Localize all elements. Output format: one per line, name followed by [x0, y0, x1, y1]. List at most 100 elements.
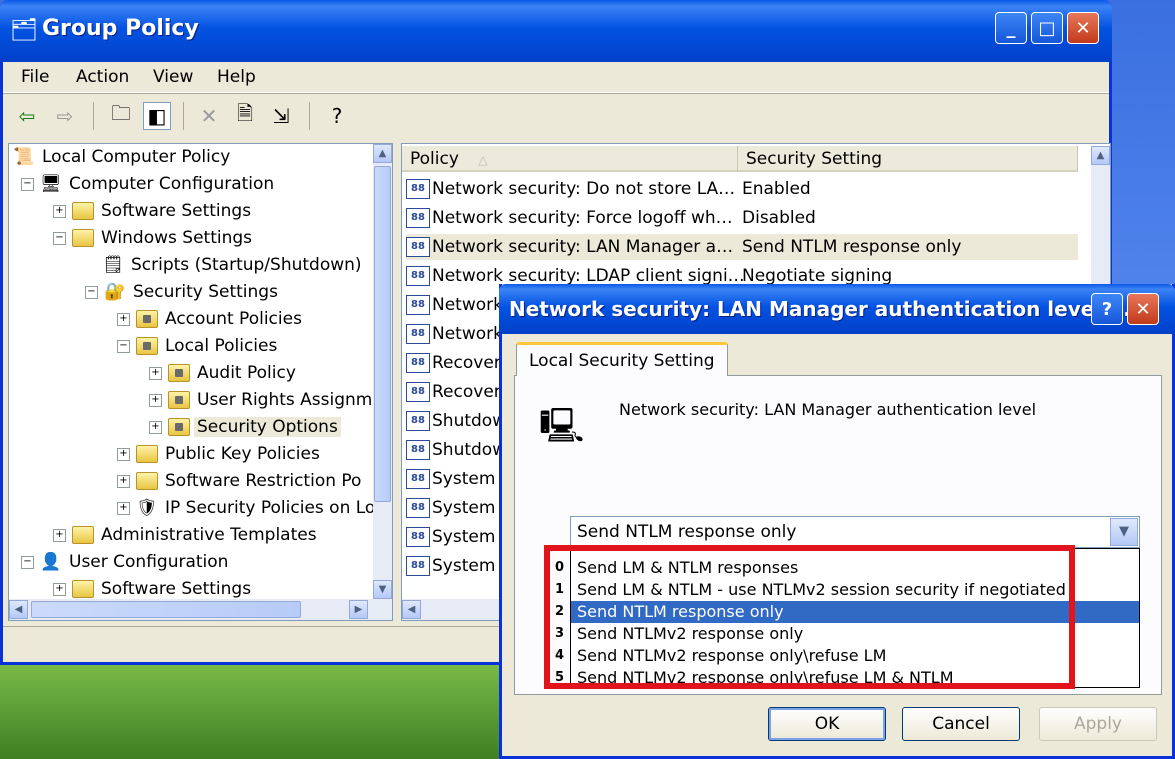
cancel-button[interactable]: Cancel — [902, 707, 1020, 741]
option-2[interactable]: Send NTLM response only — [571, 601, 1139, 623]
collapse-icon[interactable]: − — [117, 339, 130, 353]
help-button[interactable]: ? — [1091, 293, 1123, 325]
option-0[interactable]: Send LM & NTLM responses — [571, 557, 1139, 579]
hscroll-thumb[interactable] — [31, 601, 301, 618]
tree-item-local-computer-policy[interactable]: 📜 Local Computer Policy — [13, 144, 233, 170]
toolbar: ⇦ ⇨ 🗀 ◧ ✕ 🗎 ⇲ ? — [3, 93, 1109, 138]
expand-icon[interactable]: + — [117, 447, 130, 461]
minimize-button[interactable]: _ — [995, 12, 1027, 44]
policy-icon: 88 — [406, 411, 430, 431]
expand-icon[interactable]: + — [53, 528, 66, 542]
properties-icon[interactable]: 🗎 — [231, 101, 259, 130]
policy-icon: 88 — [406, 324, 430, 344]
dialog-title-bar[interactable]: Network security: LAN Manager authentica… — [499, 284, 1175, 334]
column-header-policy[interactable]: Policy △ — [402, 146, 738, 172]
sort-ascending-icon: △ — [478, 153, 488, 167]
tree-item-software-restriction[interactable]: + Software Restriction Po — [117, 468, 364, 494]
dialog-close-button[interactable]: ✕ — [1127, 293, 1159, 325]
column-header-security-setting[interactable]: Security Setting — [738, 146, 1078, 172]
tree-item-user-configuration[interactable]: − 👤 User Configuration — [21, 549, 231, 575]
tree-item-administrative-templates[interactable]: + Administrative Templates — [53, 522, 320, 548]
tree-item-security-settings[interactable]: − 🔐 Security Settings — [85, 279, 281, 305]
export-list-icon[interactable]: ⇲ — [267, 102, 295, 130]
list-vertical-scrollbar[interactable]: ▲ — [1091, 146, 1110, 286]
forward-arrow-icon[interactable]: ⇨ — [51, 102, 79, 130]
list-item[interactable]: 88 Network security: Do not store LA… Enab… — [406, 176, 1078, 202]
list-item[interactable]: 88 Network security: Force logoff wh… Disa… — [406, 205, 1078, 231]
tree-item-user-rights-assignment[interactable]: + User Rights Assignm — [149, 387, 375, 413]
scroll-right-icon[interactable]: ▶ — [349, 600, 368, 619]
option-4[interactable]: Send NTLMv2 response only\refuse LM — [571, 645, 1139, 667]
expand-icon[interactable]: + — [149, 420, 162, 434]
ip-security-icon: 🛡 — [136, 498, 158, 518]
help-icon[interactable]: ? — [323, 102, 351, 130]
expand-icon[interactable]: + — [117, 474, 130, 488]
scroll-thumb[interactable] — [374, 166, 391, 502]
console-tree[interactable]: 📜 Local Computer Policy − 🖥 Computer Con… — [8, 143, 393, 621]
expand-icon[interactable]: + — [53, 204, 66, 218]
expand-icon[interactable]: + — [117, 312, 130, 326]
tree-item-public-key-policies[interactable]: + Public Key Policies — [117, 441, 323, 467]
option-3[interactable]: Send NTLMv2 response only — [571, 623, 1139, 645]
auth-level-options-list[interactable]: Send LM & NTLM responses Send LM & NTLM … — [570, 548, 1140, 688]
tree-item-scripts[interactable]: 🗒 Scripts (Startup/Shutdown) — [102, 252, 365, 278]
collapse-icon[interactable]: − — [85, 285, 98, 299]
show-hide-tree-icon[interactable]: ◧ — [143, 102, 171, 130]
window-title: Group Policy — [42, 16, 199, 41]
scroll-down-icon[interactable]: ▼ — [373, 580, 392, 599]
tree-vertical-scrollbar[interactable]: ▲ ▼ — [373, 144, 392, 599]
tree-horizontal-scrollbar[interactable]: ◀ ▶ — [9, 599, 392, 620]
expand-icon[interactable]: + — [149, 366, 162, 380]
expand-icon[interactable]: + — [53, 582, 66, 596]
tree-item-audit-policy[interactable]: + Audit Policy — [149, 360, 299, 386]
tab-local-security-setting[interactable]: Local Security Setting — [516, 342, 728, 376]
toolbar-separator — [93, 102, 94, 130]
lock-folder-icon — [168, 418, 190, 436]
option-number-2: 2 — [555, 604, 565, 619]
back-arrow-icon[interactable]: ⇦ — [13, 102, 41, 130]
tree-item-local-policies[interactable]: − Local Policies — [117, 333, 280, 359]
tree-item-windows-settings[interactable]: − Windows Settings — [53, 225, 255, 251]
title-bar[interactable]: 🗂 Group Policy _ □ ✕ — [0, 0, 1112, 62]
menu-action[interactable]: Action — [76, 67, 129, 87]
scroll-left-icon[interactable]: ◀ — [9, 600, 28, 619]
collapse-icon[interactable]: − — [21, 555, 34, 569]
scroll-up-icon[interactable]: ▲ — [1091, 146, 1110, 165]
policy-name-label: Network security: LAN Manager authentica… — [619, 400, 1037, 419]
lan-manager-auth-dialog: Network security: LAN Manager authentica… — [499, 284, 1175, 759]
scroll-up-icon[interactable]: ▲ — [373, 144, 392, 163]
policy-icon: 88 — [406, 556, 430, 576]
close-button[interactable]: ✕ — [1067, 12, 1099, 44]
tree-item-security-options[interactable]: + Security Options — [149, 414, 341, 440]
policy-icon: 88 — [406, 208, 430, 228]
chevron-down-icon[interactable]: ▼ — [1110, 518, 1138, 546]
expand-icon[interactable]: + — [117, 501, 130, 515]
policy-icon: 88 — [406, 353, 430, 373]
folder-icon — [72, 229, 94, 247]
tree-item-ip-security[interactable]: + 🛡 IP Security Policies on Lo — [117, 495, 378, 521]
up-folder-icon[interactable]: 🗀 — [107, 101, 135, 130]
policy-icon: 88 — [406, 440, 430, 460]
delete-icon[interactable]: ✕ — [195, 102, 223, 130]
folder-icon — [136, 445, 158, 463]
ok-button[interactable]: OK — [768, 707, 886, 741]
option-1[interactable]: Send LM & NTLM - use NTLMv2 session secu… — [571, 579, 1139, 601]
maximize-button[interactable]: □ — [1031, 12, 1063, 44]
menu-help[interactable]: Help — [217, 67, 256, 87]
list-item[interactable]: 88 Network security: LAN Manager a… Send N… — [406, 234, 1078, 260]
security-icon: 🔐 — [104, 282, 126, 302]
menu-file[interactable]: File — [21, 67, 49, 87]
collapse-icon[interactable]: − — [21, 177, 34, 191]
collapse-icon[interactable]: − — [53, 231, 66, 245]
tree-item-account-policies[interactable]: + Account Policies — [117, 306, 305, 332]
scroll-left-icon[interactable]: ◀ — [402, 600, 421, 619]
menu-view[interactable]: View — [153, 67, 193, 87]
auth-level-dropdown[interactable]: Send NTLM response only ▼ — [570, 516, 1140, 548]
option-number-4: 4 — [555, 648, 565, 663]
expand-icon[interactable]: + — [149, 393, 162, 407]
tree-item-software-settings[interactable]: + Software Settings — [53, 198, 254, 224]
option-5[interactable]: Send NTLMv2 response only\refuse LM & NT… — [571, 667, 1139, 689]
desktop-background — [0, 660, 520, 759]
apply-button[interactable]: Apply — [1039, 707, 1157, 741]
tree-item-computer-configuration[interactable]: − 🖥 Computer Configuration — [21, 171, 277, 197]
